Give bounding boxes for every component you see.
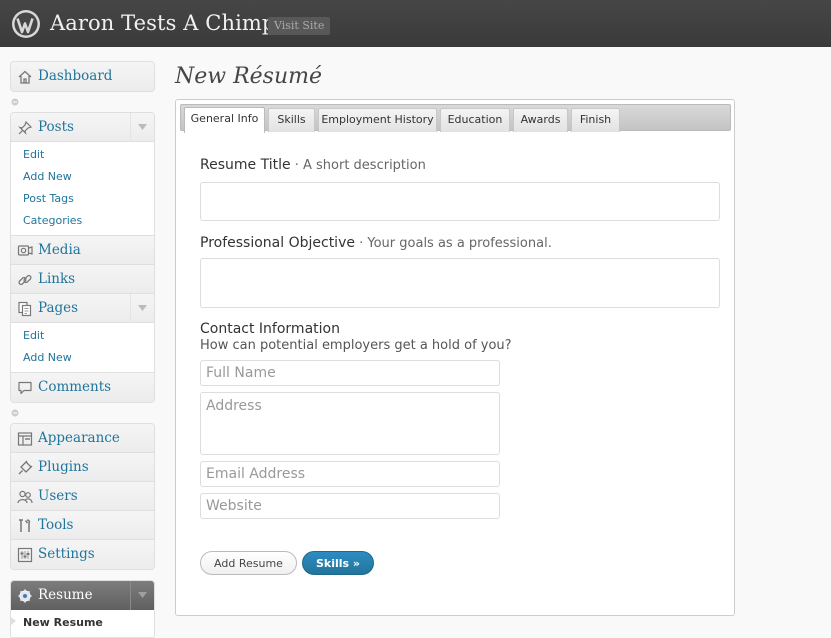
menu-group-content: Posts Edit Add New Post Tags Categories … [10,112,155,403]
submenu-item-categories[interactable]: Categories [11,210,154,232]
menu-separator[interactable] [10,403,155,423]
chevron-down-icon [138,592,147,598]
menu-item-plugins[interactable]: Plugins [11,453,154,482]
chain-link-icon [18,274,32,286]
settings-icon [17,547,33,563]
plug-icon [18,460,33,475]
tab-bar: General Info Skills Employment History E… [180,104,731,133]
submenu-item-add-new-post[interactable]: Add New [11,166,154,188]
resume-form: General Info Skills Employment History E… [175,99,735,616]
page-title: New Résumé [175,64,323,89]
tools-icon [19,519,31,532]
media-icon [17,245,33,256]
menu-label-dashboard: Dashboard [38,68,113,84]
contact-info-description: How can potential employers get a hold o… [200,338,512,353]
menu-label-pages: Pages [38,300,79,316]
resume-title-input[interactable] [200,182,720,221]
menu-item-media[interactable]: Media [11,236,154,265]
tab-general-info[interactable]: General Info [184,107,265,133]
chevron-down-icon [138,124,147,130]
menu-label-comments: Comments [38,379,112,395]
submenu-item-edit-pages[interactable]: Edit [11,325,154,347]
visit-site-button[interactable]: Visit Site [268,17,331,35]
pages-toggle[interactable] [130,294,154,323]
submenu-item-add-new-page[interactable]: Add New [11,347,154,369]
full-name-input[interactable] [200,360,500,386]
menu-item-resume[interactable]: Resume [11,581,154,610]
menu-separator[interactable] [10,92,155,112]
objective-label: Professional Objective · Your goals as a… [200,235,552,251]
submenu-item-edit-posts[interactable]: Edit [11,144,154,166]
resume-toggle[interactable] [130,581,154,610]
menu-spacer [10,570,155,580]
pages-icon [18,301,32,317]
resume-title-label-text: Resume Title [200,157,291,173]
menu-label-posts: Posts [38,119,74,135]
tab-employment-history[interactable]: Employment History [318,108,437,132]
current-arrow-icon [11,617,16,625]
menu-label-users: Users [38,488,78,504]
menu-group-resume: Resume New Resume [10,580,155,638]
menu-item-comments[interactable]: Comments [11,373,154,402]
menu-item-appearance[interactable]: Appearance [11,424,154,453]
admin-header: Aaron Tests A Chimp Visit Site [0,0,831,47]
email-input[interactable] [200,461,500,487]
menu-item-posts[interactable]: Posts [11,113,154,142]
menu-label-resume: Resume [38,587,93,603]
menu-item-settings[interactable]: Settings [11,540,154,569]
tab-education[interactable]: Education [440,108,510,132]
menu-label-tools: Tools [38,517,74,533]
website-input[interactable] [200,493,500,519]
separator-icon [11,98,19,106]
wordpress-logo-icon[interactable] [11,9,41,39]
menu-label-media: Media [38,242,81,258]
gear-icon [18,589,32,603]
menu-item-users[interactable]: Users [11,482,154,511]
next-skills-button[interactable]: Skills » [302,551,374,575]
speech-bubble-icon [18,381,32,395]
menu-label-appearance: Appearance [38,430,120,446]
submenu-item-new-resume[interactable]: New Resume [11,612,154,634]
posts-toggle[interactable] [130,113,154,142]
objective-textarea[interactable] [200,258,720,308]
separator-icon [11,409,19,417]
resume-submenu: New Resume [11,610,154,638]
pushpin-icon [18,120,33,135]
resume-title-label: Resume Title · A short description [200,157,426,173]
resume-title-hint: · A short description [290,158,426,173]
address-textarea[interactable] [200,392,500,455]
home-icon [18,70,32,84]
objective-label-text: Professional Objective [200,235,355,251]
menu-item-tools[interactable]: Tools [11,511,154,540]
menu-group-admin: Appearance Plugins Users Tools Settings [10,423,155,570]
menu-group-dashboard: Dashboard [10,61,155,92]
contact-info-label: Contact Information [200,321,340,337]
menu-item-pages[interactable]: Pages [11,294,154,323]
objective-hint: · Your goals as a professional. [354,236,552,251]
tab-skills[interactable]: Skills [268,108,315,132]
tab-finish[interactable]: Finish [571,108,620,132]
chevron-down-icon [138,305,147,311]
submenu-item-post-tags[interactable]: Post Tags [11,188,154,210]
menu-label-links: Links [38,271,76,287]
menu-label-plugins: Plugins [38,459,89,475]
menu-item-links[interactable]: Links [11,265,154,294]
tab-awards[interactable]: Awards [513,108,568,132]
menu-item-dashboard[interactable]: Dashboard [11,62,154,91]
admin-sidebar: Dashboard Posts Edit Add New Post Tags C… [10,61,155,638]
users-icon [17,490,33,504]
site-title[interactable]: Aaron Tests A Chimp [50,11,275,35]
pages-submenu: Edit Add New [11,323,154,373]
menu-label-settings: Settings [38,546,95,562]
posts-submenu: Edit Add New Post Tags Categories [11,142,154,236]
appearance-icon [17,432,33,446]
add-resume-button[interactable]: Add Resume [200,551,297,575]
